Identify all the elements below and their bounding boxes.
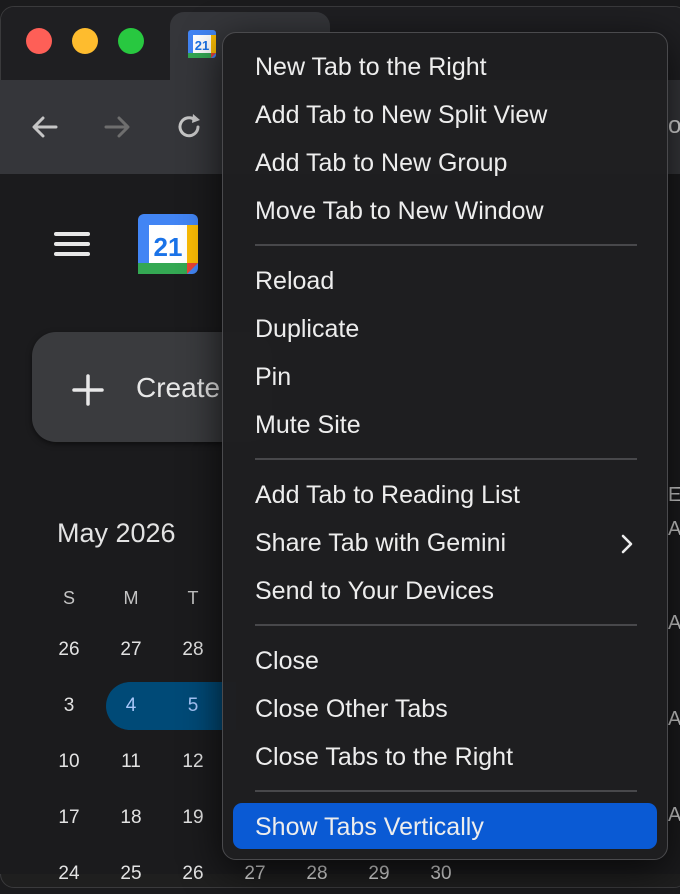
event-peek-letter: A <box>668 708 680 730</box>
menu-separator <box>255 790 637 792</box>
mini-calendar-month: May 2026 <box>57 518 176 548</box>
create-button-label: Create <box>136 372 221 403</box>
svg-text:21: 21 <box>154 232 183 262</box>
calendar-day[interactable]: 29 <box>348 854 410 894</box>
menu-item-close-tabs-right[interactable]: Close Tabs to the Right <box>255 740 513 774</box>
minimize-window-button[interactable] <box>72 28 98 54</box>
calendar-day[interactable]: 26 <box>38 630 100 670</box>
event-peek-letter: A <box>668 804 680 826</box>
calendar-day[interactable]: 17 <box>38 798 100 838</box>
weekday-header: M <box>123 588 139 608</box>
menu-item-new-tab-right[interactable]: New Tab to the Right <box>255 50 487 84</box>
calendar-day[interactable]: 28 <box>162 630 224 670</box>
calendar-day[interactable]: 5 <box>162 686 224 726</box>
calendar-day[interactable]: 26 <box>162 854 224 894</box>
menu-item-move-new-window[interactable]: Move Tab to New Window <box>255 194 544 228</box>
calendar-day[interactable]: 10 <box>38 742 100 782</box>
menu-item-share-gemini[interactable]: Share Tab with Gemini <box>255 526 506 560</box>
menu-item-add-new-group[interactable]: Add Tab to New Group <box>255 146 507 180</box>
reload-icon[interactable] <box>172 110 206 144</box>
menu-item-duplicate[interactable]: Duplicate <box>255 312 359 346</box>
menu-separator <box>255 244 637 246</box>
calendar-day[interactable]: 19 <box>162 798 224 838</box>
weekday-header: T <box>187 588 199 608</box>
calendar-day[interactable]: 18 <box>100 798 162 838</box>
menu-item-close-other-tabs[interactable]: Close Other Tabs <box>255 692 448 726</box>
menu-item-close[interactable]: Close <box>255 644 319 678</box>
calendar-day[interactable]: 12 <box>162 742 224 782</box>
main-menu-icon[interactable] <box>54 232 90 258</box>
menu-item-pin[interactable]: Pin <box>255 360 291 394</box>
arrow-left-icon[interactable] <box>28 110 62 144</box>
maximize-window-button[interactable] <box>118 28 144 54</box>
calendar-day[interactable]: 25 <box>100 854 162 894</box>
svg-text:21: 21 <box>195 38 209 53</box>
menu-item-mute-site[interactable]: Mute Site <box>255 408 361 442</box>
menu-item-send-devices[interactable]: Send to Your Devices <box>255 574 494 608</box>
menu-separator <box>255 624 637 626</box>
menu-item-add-split-view[interactable]: Add Tab to New Split View <box>255 98 547 132</box>
calendar-day[interactable]: 27 <box>224 854 286 894</box>
calendar-day[interactable]: 4 <box>100 686 162 726</box>
calendar-day[interactable]: 3 <box>38 686 100 726</box>
google-calendar-icon: 21 <box>188 30 216 58</box>
arrow-right-icon[interactable] <box>100 110 134 144</box>
menu-item-reload[interactable]: Reload <box>255 264 334 298</box>
menu-separator <box>255 458 637 460</box>
calendar-day[interactable]: 11 <box>100 742 162 782</box>
weekday-header: S <box>62 588 75 608</box>
event-peek-letter: A <box>668 612 680 634</box>
calendar-day[interactable]: 27 <box>100 630 162 670</box>
address-bar-peek: o <box>668 112 680 139</box>
event-peek-letter: E <box>668 484 680 506</box>
event-peek-letter: A <box>668 518 680 540</box>
menu-item-show-tabs-vertically[interactable]: Show Tabs Vertically <box>255 810 484 844</box>
tab-context-menu: New Tab to the Right Add Tab to New Spli… <box>222 32 668 860</box>
calendar-day[interactable]: 24 <box>38 854 100 894</box>
menu-item-reading-list[interactable]: Add Tab to Reading List <box>255 478 520 512</box>
calendar-day[interactable]: 28 <box>286 854 348 894</box>
calendar-day[interactable]: 30 <box>410 854 472 894</box>
chevron-right-icon <box>621 534 633 554</box>
plus-icon <box>72 374 104 406</box>
google-calendar-logo-icon[interactable]: 21 <box>136 212 200 276</box>
close-window-button[interactable] <box>26 28 52 54</box>
